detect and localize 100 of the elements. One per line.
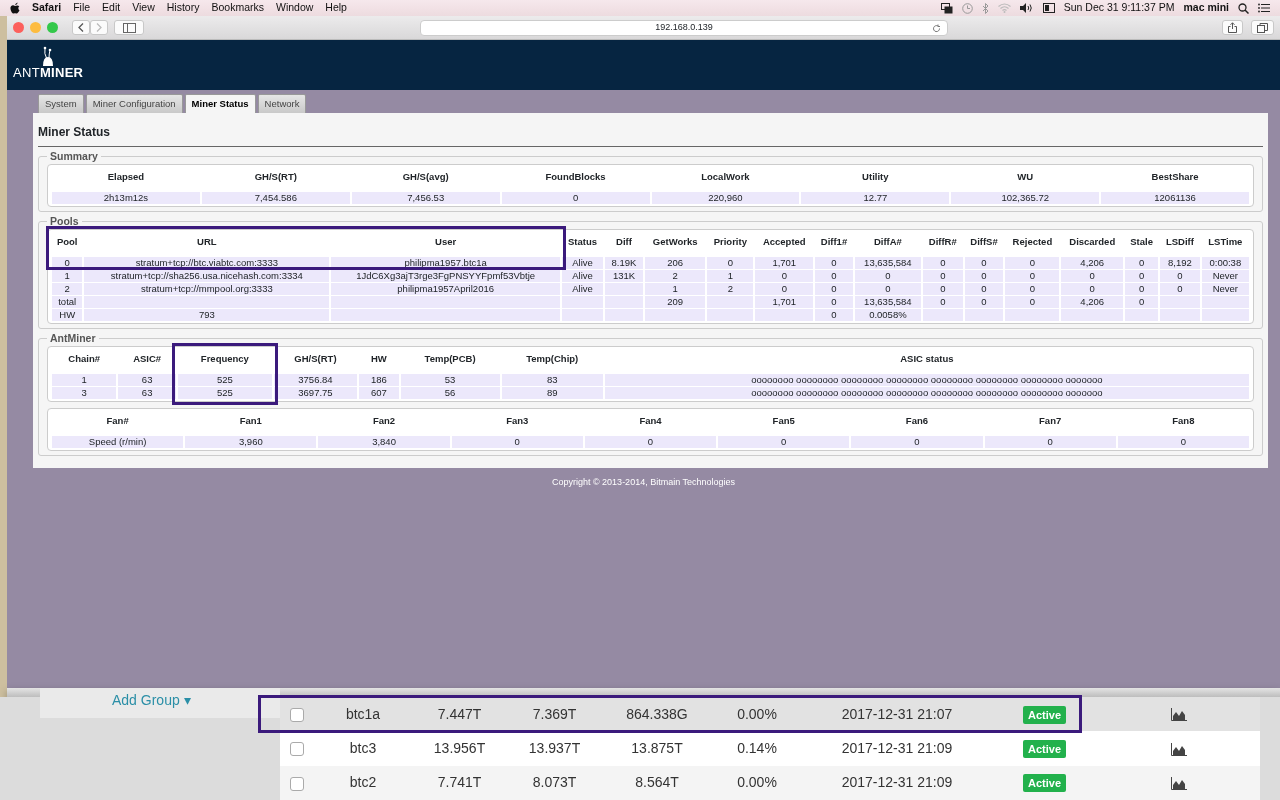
table-cell: 1	[645, 283, 706, 296]
column-header: Fan5	[771, 414, 796, 429]
table-cell: 0	[1160, 270, 1200, 283]
share-button[interactable]	[1222, 20, 1243, 35]
column-header: Status	[566, 235, 598, 250]
tab[interactable]: Miner Configuration	[85, 94, 183, 114]
area-chart-icon[interactable]	[1170, 777, 1187, 791]
user-name[interactable]: mac mini	[1183, 0, 1229, 16]
table-cell: HW	[52, 309, 83, 322]
page-title: Miner Status	[38, 119, 1263, 148]
menu-item[interactable]: View	[132, 0, 155, 16]
column-header: Fan1	[238, 414, 263, 429]
reload-icon[interactable]	[932, 23, 941, 33]
table-cell: 13.875T	[602, 731, 712, 766]
table-cell: 0	[854, 270, 921, 283]
table-cell: 793	[84, 309, 330, 322]
table-cell: 8.19K	[604, 257, 644, 270]
table-cell: 4,206	[1061, 257, 1124, 270]
tab[interactable]: Network	[257, 94, 307, 114]
table-cell: 1	[52, 374, 117, 387]
menu-item[interactable]: History	[166, 0, 200, 16]
column-header: DiffS#	[969, 235, 999, 250]
table-cell: 0	[755, 283, 814, 296]
table-cell: 0	[1125, 283, 1159, 296]
table-cell: 0	[851, 436, 983, 449]
table-cell: 2	[52, 283, 83, 296]
column-header: Fan#	[105, 414, 130, 429]
table-cell: btc2	[314, 765, 412, 800]
column-header: DiffA#	[872, 235, 903, 250]
checkbox[interactable]	[290, 776, 304, 791]
table-cell: btc1a	[314, 697, 412, 732]
table-cell: 8.564T	[602, 765, 712, 800]
column-header: Utility	[861, 170, 890, 185]
table-cell: 2h13m12s	[52, 192, 200, 205]
forward-icon	[96, 23, 102, 32]
table-cell: 12061136	[1101, 192, 1249, 205]
table-cell: 8,192	[1160, 257, 1200, 270]
copyright-text: Copyright © 2013-2014, Bitmain Technologies	[550, 476, 737, 490]
volume-icon[interactable]	[1019, 3, 1034, 13]
table-cell: Alive	[562, 283, 603, 296]
table-cell: 0	[923, 283, 963, 296]
table-cell: 525	[178, 374, 272, 387]
column-header: Rejected	[1011, 235, 1054, 250]
tab[interactable]: System	[38, 94, 84, 114]
table-cell: 0	[1125, 270, 1159, 283]
table-cell: 7,454.586	[201, 192, 350, 205]
checkbox[interactable]	[290, 707, 304, 722]
table-cell: 209	[645, 296, 706, 309]
table-cell: oooooooo oooooooo oooooooo oooooooo oooooooo oooooooo oooooooo ooooooo	[604, 374, 1249, 387]
column-header: Stale	[1129, 235, 1154, 250]
address-field[interactable]: 192.168.0.139	[420, 19, 948, 36]
menu-clock[interactable]: Sun Dec 31 9:11:37 PM	[1063, 0, 1175, 16]
menu-item[interactable]: File	[73, 0, 91, 16]
menu-item[interactable]: Help	[325, 0, 347, 16]
list-icon[interactable]	[1258, 3, 1270, 13]
tab[interactable]: Miner Status	[184, 94, 256, 114]
table-cell: 102,365.72	[951, 192, 1100, 205]
column-header: WU	[1016, 170, 1035, 185]
column-header: Fan2	[371, 414, 397, 429]
apple-icon[interactable]	[10, 2, 20, 14]
table-cell: stratum+tcp://mmpool.org:3333	[84, 283, 330, 296]
area-chart-icon[interactable]	[1170, 742, 1187, 756]
app-menu[interactable]: Safari	[32, 0, 62, 16]
table-cell: 0	[1061, 283, 1124, 296]
table-cell: 7.447T	[412, 697, 507, 732]
column-header: Chain#	[67, 352, 101, 367]
column-header: LocalWork	[700, 170, 751, 185]
table-cell: 0	[964, 283, 1004, 296]
status-badge: Active	[1023, 774, 1066, 793]
table-cell: 0	[755, 270, 814, 283]
table-cell: 864.338G	[602, 697, 712, 732]
table-cell: 0	[1005, 296, 1060, 309]
status-badge: Active	[1023, 740, 1066, 758]
table-cell: 0	[815, 283, 853, 296]
column-header: ASIC#	[132, 352, 163, 367]
column-header: Diff1#	[819, 235, 849, 250]
table-cell: 0	[815, 270, 853, 283]
menu-item[interactable]: Window	[275, 0, 314, 16]
table-cell: 525	[178, 387, 272, 400]
column-header: Fan7	[1038, 414, 1063, 429]
search-icon[interactable]	[1238, 2, 1249, 14]
flag-icon[interactable]	[1042, 3, 1055, 13]
area-chart-icon[interactable]	[1170, 708, 1187, 722]
table-cell: 607	[359, 387, 399, 400]
checkbox[interactable]	[290, 742, 304, 757]
back-button[interactable]	[72, 20, 90, 35]
mirroring-icon[interactable]	[940, 2, 953, 14]
table-cell: 0.14%	[712, 731, 802, 766]
table-cell: 0	[1061, 270, 1124, 283]
menu-item[interactable]: Edit	[102, 0, 121, 16]
table-cell: 3756.84	[273, 374, 358, 387]
sidebar-button[interactable]	[114, 20, 144, 35]
back-icon	[78, 23, 84, 32]
tabs-button[interactable]	[1251, 20, 1274, 35]
table-cell: 3697.75	[273, 387, 358, 400]
table-cell: 4,206	[1061, 296, 1124, 309]
column-header: GH/S(avg)	[401, 170, 450, 185]
column-header: BestShare	[1150, 170, 1200, 185]
menu-item[interactable]: Bookmarks	[211, 0, 264, 16]
table-cell: 13,635,584	[854, 296, 921, 309]
